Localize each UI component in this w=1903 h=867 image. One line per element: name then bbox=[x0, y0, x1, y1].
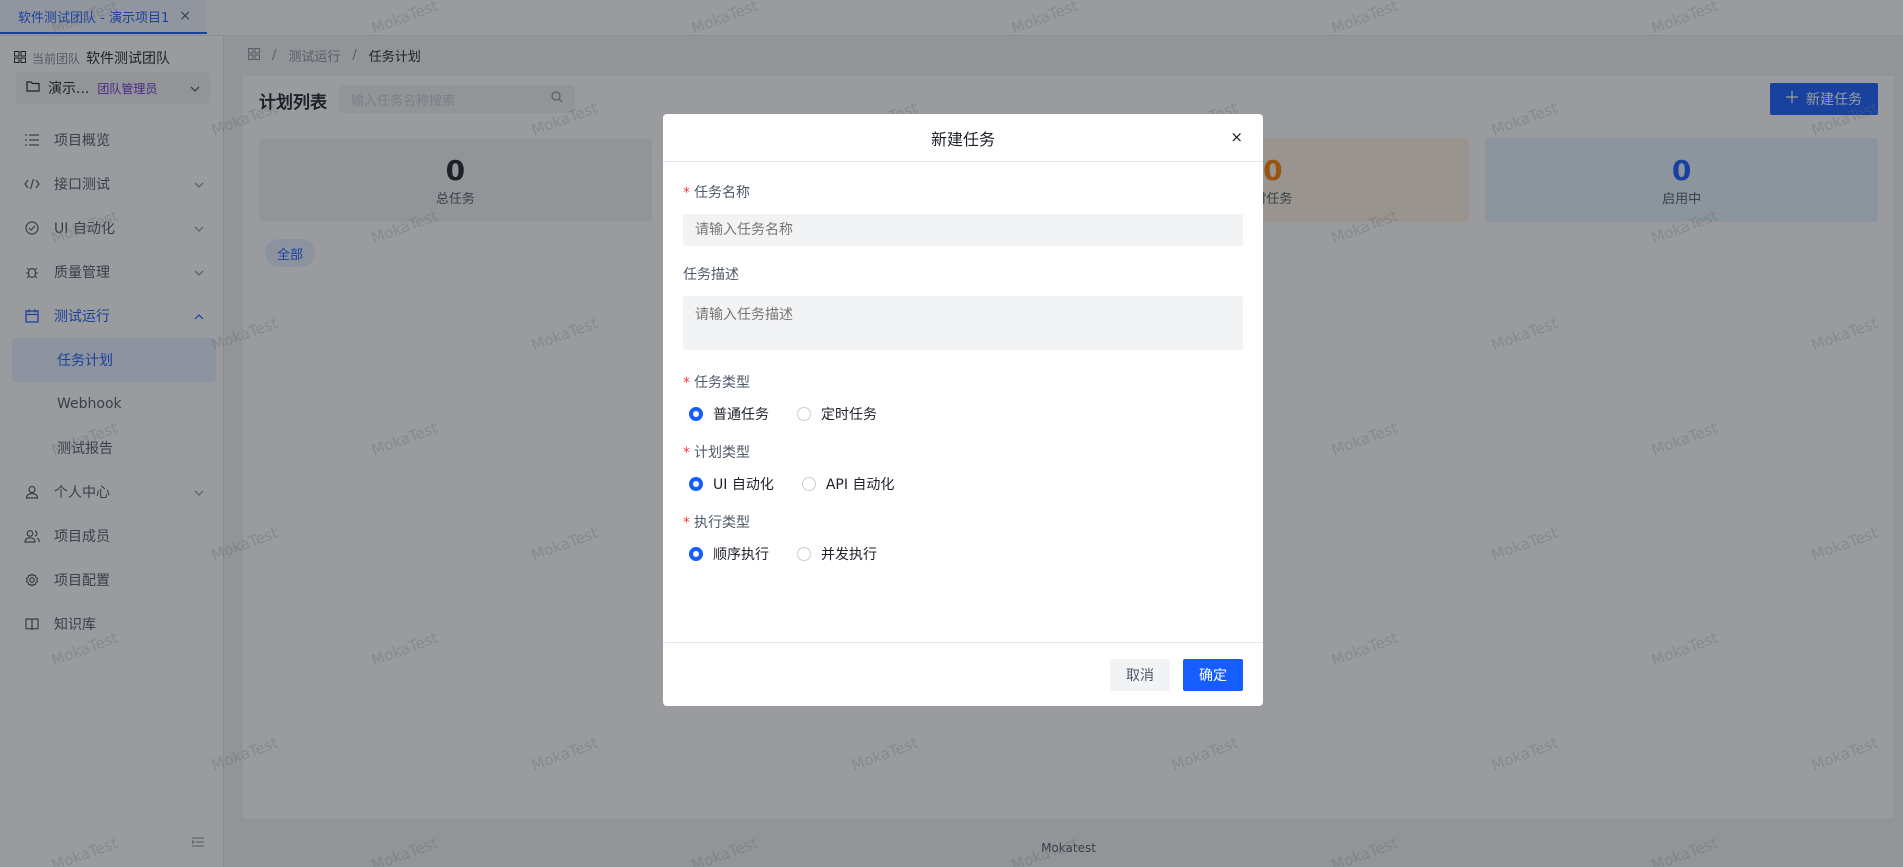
field-label: * 任务名称 bbox=[683, 185, 750, 201]
radio-normal-task[interactable]: 普通任务 bbox=[689, 404, 769, 424]
field-label: * 执行类型 bbox=[683, 515, 750, 531]
radio-dot-checked bbox=[689, 547, 703, 561]
radio-dot-checked bbox=[689, 477, 703, 491]
radio-ui-automation[interactable]: UI 自动化 bbox=[689, 474, 774, 494]
radio-concurrent[interactable]: 并发执行 bbox=[797, 544, 877, 564]
field-task-type: * 任务类型 普通任务 定时任务 bbox=[683, 372, 1243, 424]
radio-api-automation[interactable]: API 自动化 bbox=[801, 474, 894, 494]
task-name-input[interactable] bbox=[683, 214, 1243, 246]
required-mark: * bbox=[683, 185, 690, 201]
dialog-title: 新建任务 bbox=[930, 129, 995, 149]
radio-dot-checked bbox=[689, 407, 703, 421]
task-type-radio-group: 普通任务 定时任务 bbox=[689, 404, 1243, 424]
radio-dot bbox=[797, 407, 811, 421]
task-desc-textarea[interactable] bbox=[683, 296, 1243, 350]
field-label: * 任务类型 bbox=[683, 375, 750, 391]
required-mark: * bbox=[683, 375, 690, 391]
exec-type-radio-group: 顺序执行 并发执行 bbox=[689, 544, 1243, 564]
field-plan-type: * 计划类型 UI 自动化 API 自动化 bbox=[683, 442, 1243, 494]
plan-type-radio-group: UI 自动化 API 自动化 bbox=[689, 474, 1243, 494]
field-task-name: * 任务名称 bbox=[683, 182, 1243, 246]
field-task-desc: 任务描述 bbox=[683, 264, 1243, 354]
dialog-footer: 取消 确定 bbox=[663, 642, 1263, 706]
radio-sequential[interactable]: 顺序执行 bbox=[689, 544, 769, 564]
task-form: *任务名称 任务描述 *任务类型 普通任务 定时任务 *计划类型 UI 自动化 … bbox=[663, 162, 1263, 564]
confirm-button[interactable]: 确定 bbox=[1183, 659, 1243, 691]
close-icon[interactable]: × bbox=[1230, 128, 1243, 146]
required-mark: * bbox=[683, 515, 690, 531]
dialog-header: 新建任务 × bbox=[663, 114, 1263, 162]
field-exec-type: * 执行类型 顺序执行 并发执行 bbox=[683, 512, 1243, 564]
radio-dot bbox=[797, 547, 811, 561]
field-label: 任务描述 bbox=[683, 267, 739, 283]
radio-dot bbox=[801, 477, 816, 491]
required-mark: * bbox=[683, 445, 690, 461]
new-task-dialog: 新建任务 × *任务名称 任务描述 *任务类型 普通任务 定时任务 *计划类型 … bbox=[663, 114, 1263, 706]
cancel-button[interactable]: 取消 bbox=[1110, 659, 1170, 691]
field-label: * 计划类型 bbox=[683, 445, 750, 461]
radio-scheduled-task[interactable]: 定时任务 bbox=[797, 404, 877, 424]
